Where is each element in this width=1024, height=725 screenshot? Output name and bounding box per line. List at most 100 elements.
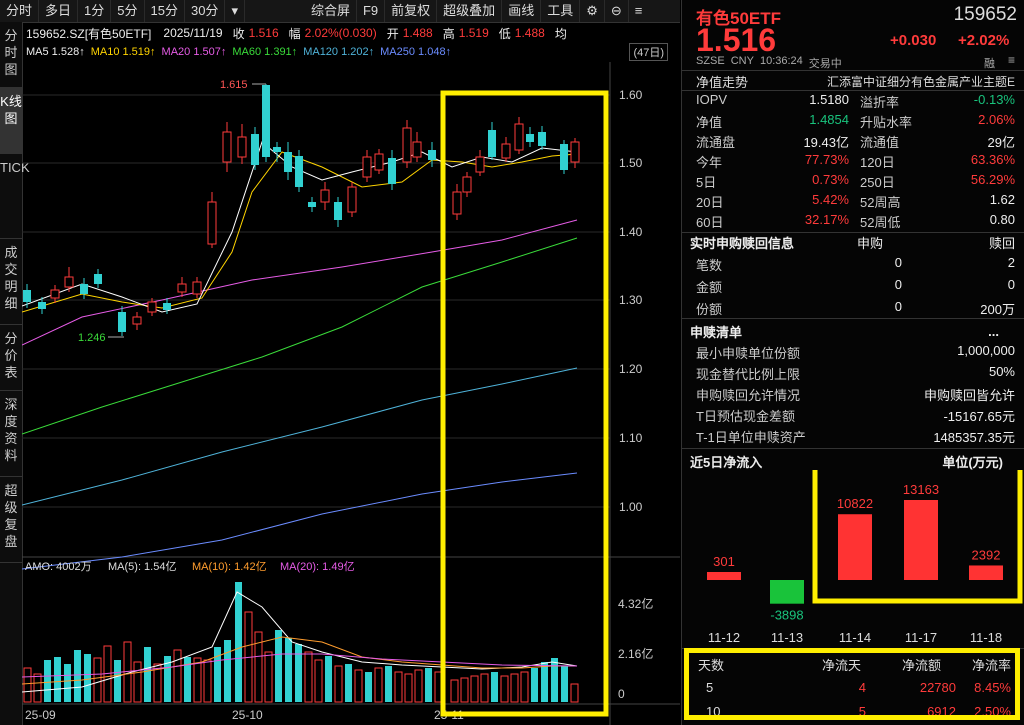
inflow-value-label: 301 xyxy=(713,554,735,569)
volume-bar xyxy=(275,630,282,702)
candle-body xyxy=(570,141,580,163)
realtime-title: 实时申购赎回信息 xyxy=(690,235,795,251)
tab-1min[interactable]: 1分 xyxy=(78,0,112,22)
tab-5min[interactable]: 5分 xyxy=(111,0,145,22)
nav-title-row[interactable]: 净值走势 汇添富中证细分有色金属产业主题E xyxy=(696,71,1015,91)
stat-label: 60日 xyxy=(696,215,724,230)
candle-body xyxy=(192,281,202,295)
tab-30min[interactable]: 30分 xyxy=(185,0,226,22)
gear-icon[interactable]: ⚙ xyxy=(580,0,605,22)
candle-body xyxy=(374,153,384,171)
stat-value: 32.17% xyxy=(804,212,849,227)
period-dropdown-button[interactable]: ▾ xyxy=(225,0,245,22)
tab-intraday[interactable]: 分时 xyxy=(0,0,40,22)
quote-info-line: 159652.SZ[有色50ETF] 2025/11/19 收 1.516 幅 … xyxy=(26,24,680,42)
volume-bar xyxy=(570,683,579,703)
vtab-super-replay[interactable]: 超级复盘 xyxy=(0,477,22,563)
date-tick: 25-10 xyxy=(232,708,263,722)
vtab-trade-detail[interactable]: 成交明细 xyxy=(0,239,22,325)
candle-body xyxy=(177,283,187,293)
time-label: 10:36:24 xyxy=(759,55,803,67)
volume-bar xyxy=(144,647,151,702)
creation-label: 现金替代比例上限 xyxy=(696,367,801,382)
candle-body xyxy=(38,302,46,309)
kline-chart[interactable]: 1.60 1.50 1.40 1.30 1.20 1.10 1.00 1.615… xyxy=(22,62,680,725)
candle-body xyxy=(80,284,88,294)
volume-bar xyxy=(394,671,403,703)
margin-tag: 融 xyxy=(984,58,995,70)
super-overlay-button[interactable]: 超级叠加 xyxy=(437,0,503,22)
tab-multiday[interactable]: 多日 xyxy=(39,0,79,22)
volume-bar xyxy=(450,679,459,703)
ma20-value: MA20 1.507↑ xyxy=(161,46,227,58)
price-tick: 1.00 xyxy=(619,500,643,514)
candle-body xyxy=(147,301,157,313)
volume-tick: 2.16亿 xyxy=(618,646,653,661)
volume-bar xyxy=(23,667,32,703)
candle-body xyxy=(560,144,568,170)
volume-bar xyxy=(374,667,383,703)
stat-value: 19.43亿 xyxy=(803,135,849,150)
composite-screen-button[interactable]: 综合屏 xyxy=(305,0,357,22)
volume-bar xyxy=(295,644,302,702)
candle-body xyxy=(402,127,412,163)
volume-bar xyxy=(74,650,81,702)
stat-label: 120日 xyxy=(860,155,895,170)
candle-body xyxy=(50,289,60,299)
candle-body xyxy=(452,191,462,215)
price-tick: 1.20 xyxy=(619,362,643,376)
vtab-deep-data[interactable]: 深度资料 xyxy=(0,391,22,477)
menu-icon[interactable]: ≡ xyxy=(1008,53,1015,67)
creation-value: 50% xyxy=(988,364,1015,379)
forward-adjust-button[interactable]: 前复权 xyxy=(385,0,438,22)
redeem-value: 0 xyxy=(1007,277,1015,292)
vtab-kline-chart[interactable]: K线图 xyxy=(0,88,22,154)
stat-value: 63.36% xyxy=(970,152,1015,167)
menu-icon[interactable]: ≡ xyxy=(629,0,649,22)
date-tick: 25-09 xyxy=(25,708,56,722)
f9-button[interactable]: F9 xyxy=(357,0,386,22)
candle-body xyxy=(237,136,247,158)
candle-body xyxy=(118,312,126,332)
price-grid xyxy=(22,94,610,508)
volume-bar xyxy=(133,661,142,703)
candle-body xyxy=(94,274,102,284)
draw-line-button[interactable]: 画线 xyxy=(502,0,542,22)
volume-bar xyxy=(33,673,42,703)
minimize-icon[interactable]: ⊖ xyxy=(605,0,629,22)
ma5-value: MA5 1.528↑ xyxy=(26,46,85,58)
stat-label: 净值 xyxy=(696,115,723,130)
candle-body xyxy=(251,134,259,165)
open-value: 1.488 xyxy=(402,26,433,40)
vtab-price-table[interactable]: 分价表 xyxy=(0,325,22,391)
amo-value: AMO: 4002万 xyxy=(25,561,92,573)
stat-label: IOPV xyxy=(696,92,728,107)
stat-label: 溢折率 xyxy=(860,95,900,110)
fund-code: 159652 xyxy=(953,4,1017,25)
tab-15min[interactable]: 15分 xyxy=(145,0,185,22)
volume-bar xyxy=(173,649,182,703)
volume-bar xyxy=(64,664,71,702)
stat-label: 5日 xyxy=(696,175,717,190)
price-tick: 1.60 xyxy=(619,88,643,102)
price-tick: 1.10 xyxy=(619,431,643,445)
stat-value: 5.42% xyxy=(812,192,849,207)
price-change: +0.030 xyxy=(890,32,937,49)
volume-bar xyxy=(365,672,372,702)
candle-body xyxy=(295,156,303,187)
ma120-line xyxy=(22,367,578,506)
vtab-intraday-chart[interactable]: 分时图 xyxy=(0,22,22,88)
creation-label: T-1日单位申赎资产 xyxy=(696,430,806,445)
candle-body xyxy=(320,189,330,203)
tools-button[interactable]: 工具 xyxy=(541,0,581,22)
period-selector[interactable]: (47日) xyxy=(629,43,668,61)
candle-body xyxy=(64,276,74,288)
vtab-tick[interactable]: TICK xyxy=(0,154,30,239)
creation-more-button[interactable]: ... xyxy=(988,324,999,339)
candle-body xyxy=(163,303,171,310)
candle-body xyxy=(388,158,396,184)
volume-bar xyxy=(404,673,413,703)
stat-label: 今年 xyxy=(696,155,723,170)
candle-body xyxy=(132,316,142,325)
candle-body xyxy=(475,156,485,173)
